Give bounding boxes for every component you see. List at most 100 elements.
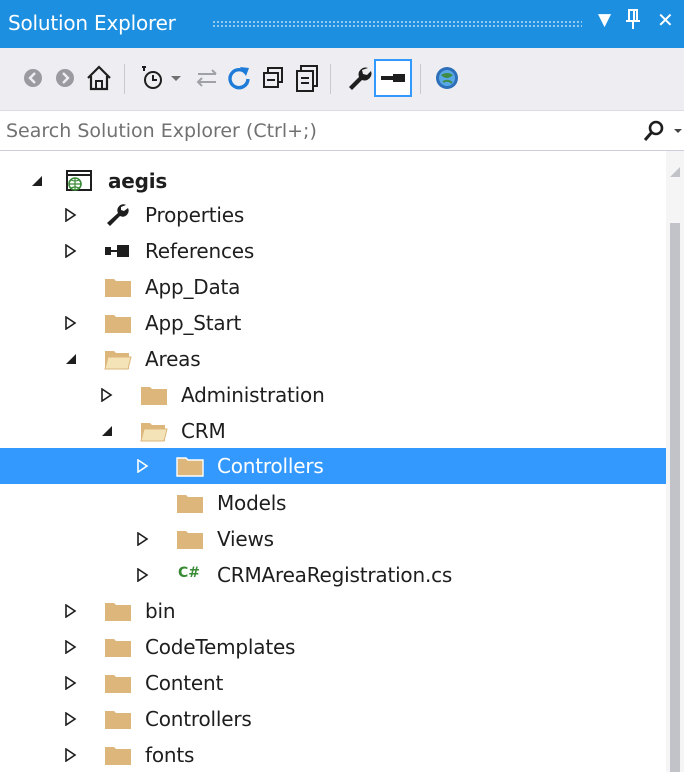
tree-item-label: Content <box>145 671 224 695</box>
tree-item-label: Views <box>217 527 274 551</box>
collapsed-arrow-icon[interactable] <box>62 305 82 341</box>
tree-item-label: Models <box>217 491 287 515</box>
folder-icon <box>104 276 131 298</box>
pending-changes-filter-icon <box>142 66 162 89</box>
search-input[interactable] <box>0 111 638 151</box>
tree-item-label: CRMAreaRegistration.cs <box>217 563 453 587</box>
collapsed-arrow-icon[interactable] <box>62 737 82 772</box>
close-button[interactable]: ✕ <box>657 8 674 32</box>
search-bar <box>0 110 684 151</box>
tree-item-administration[interactable]: Administration <box>0 377 666 413</box>
collapse-all-button[interactable] <box>256 61 290 95</box>
window-menu-button[interactable]: ▼ <box>598 10 611 30</box>
tree-item-label: App_Start <box>145 311 242 335</box>
folder-icon <box>104 312 131 334</box>
sync-with-active-document-button[interactable] <box>190 61 224 95</box>
tree-item-label: Properties <box>145 203 245 227</box>
scroll-up-icon[interactable] <box>670 167 680 177</box>
forward-button[interactable] <box>48 61 82 95</box>
forward-icon <box>56 69 74 87</box>
tree-item-code-templates[interactable]: CodeTemplates <box>0 629 666 665</box>
solution-tree: aegis Properties References App_Data App… <box>0 151 666 772</box>
tree-item-label: fonts <box>145 743 195 767</box>
tree-item-label: References <box>145 239 255 263</box>
expanded-arrow-icon[interactable] <box>62 341 82 377</box>
tree-item-aegis[interactable]: aegis <box>0 163 666 199</box>
preview-selected-items-button[interactable] <box>374 59 412 97</box>
tree-item-app-data[interactable]: App_Data <box>0 269 666 305</box>
preview-selected-icon <box>381 74 405 82</box>
refresh-button[interactable] <box>222 61 256 95</box>
tree-item-models[interactable]: Models <box>0 485 666 521</box>
tree-item-properties[interactable]: Properties <box>0 197 666 233</box>
refresh-icon <box>228 67 250 90</box>
pending-changes-dropdown[interactable] <box>168 61 184 95</box>
folder-icon <box>104 708 131 730</box>
tree-item-label: App_Data <box>145 275 241 299</box>
home-icon <box>87 65 111 91</box>
expanded-arrow-icon[interactable] <box>98 413 118 449</box>
tree-item-app-start[interactable]: App_Start <box>0 305 666 341</box>
collapsed-arrow-icon[interactable] <box>62 233 82 269</box>
title-drag-grip[interactable] <box>212 20 582 28</box>
sync-icon <box>196 69 217 87</box>
vertical-scrollbar[interactable] <box>666 151 684 772</box>
search-icon[interactable] <box>642 119 666 143</box>
tree-item-areas[interactable]: Areas <box>0 341 666 377</box>
collapsed-arrow-icon[interactable] <box>134 557 154 593</box>
toolbar-separator <box>330 64 331 94</box>
tree-item-label: CRM <box>181 419 226 443</box>
tree-item-references[interactable]: References <box>0 233 666 269</box>
tree-item-fonts[interactable]: fonts <box>0 737 666 772</box>
tree-item-bin[interactable]: bin <box>0 593 666 629</box>
folder-icon <box>104 744 131 766</box>
web-project-icon <box>66 170 92 192</box>
folder-icon <box>104 636 131 658</box>
collapsed-arrow-icon[interactable] <box>62 593 82 629</box>
toolbar <box>0 48 684 110</box>
collapse-all-icon <box>263 67 283 88</box>
tree-item-label: Controllers <box>217 454 324 478</box>
collapsed-arrow-icon[interactable] <box>62 665 82 701</box>
properties-button[interactable] <box>342 61 376 95</box>
pending-changes-filter-button[interactable] <box>136 61 170 95</box>
tree-item-controllers[interactable]: Controllers <box>0 701 666 737</box>
collapsed-arrow-icon[interactable] <box>62 197 82 233</box>
tree-item-label: aegis <box>108 169 168 193</box>
toolbar-separator <box>124 64 125 94</box>
title-bar: Solution Explorer ▼ ✕ <box>0 0 684 48</box>
tree-item-crm-controllers[interactable]: Controllers <box>0 448 666 484</box>
csharp-file-icon: C# <box>178 565 201 581</box>
pin-icon <box>626 9 640 29</box>
tree-item-label: Controllers <box>145 707 252 731</box>
scrollbar-thumb[interactable] <box>670 223 680 772</box>
folder-icon <box>140 384 167 406</box>
collapsed-arrow-icon[interactable] <box>134 448 154 484</box>
folder-open-icon <box>104 348 132 370</box>
tree-item-label: bin <box>145 599 176 623</box>
tree-item-crm[interactable]: CRM <box>0 413 666 449</box>
wrench-icon <box>349 67 372 90</box>
tree-item-content[interactable]: Content <box>0 665 666 701</box>
pin-button[interactable] <box>626 8 640 35</box>
show-all-files-button[interactable] <box>290 61 324 95</box>
collapsed-arrow-icon[interactable] <box>62 629 82 665</box>
back-icon <box>24 69 42 87</box>
folder-icon <box>176 528 203 550</box>
folder-icon <box>104 600 131 622</box>
back-button[interactable] <box>16 61 50 95</box>
expanded-arrow-icon[interactable] <box>28 163 48 199</box>
collapsed-arrow-icon[interactable] <box>134 521 154 557</box>
collapsed-arrow-icon[interactable] <box>98 377 118 413</box>
home-button[interactable] <box>82 61 116 95</box>
tree-item-crm-area-registration[interactable]: C# CRMAreaRegistration.cs <box>0 557 666 593</box>
view-in-browser-button[interactable] <box>430 61 464 95</box>
tree-item-label: Administration <box>181 383 325 407</box>
search-options-chevron-icon[interactable] <box>674 127 682 135</box>
folder-icon <box>176 455 204 477</box>
tree-item-views[interactable]: Views <box>0 521 666 557</box>
tree-item-label: Areas <box>145 347 201 371</box>
collapsed-arrow-icon[interactable] <box>62 701 82 737</box>
window-title: Solution Explorer <box>8 11 176 35</box>
show-all-files-icon <box>296 65 318 92</box>
